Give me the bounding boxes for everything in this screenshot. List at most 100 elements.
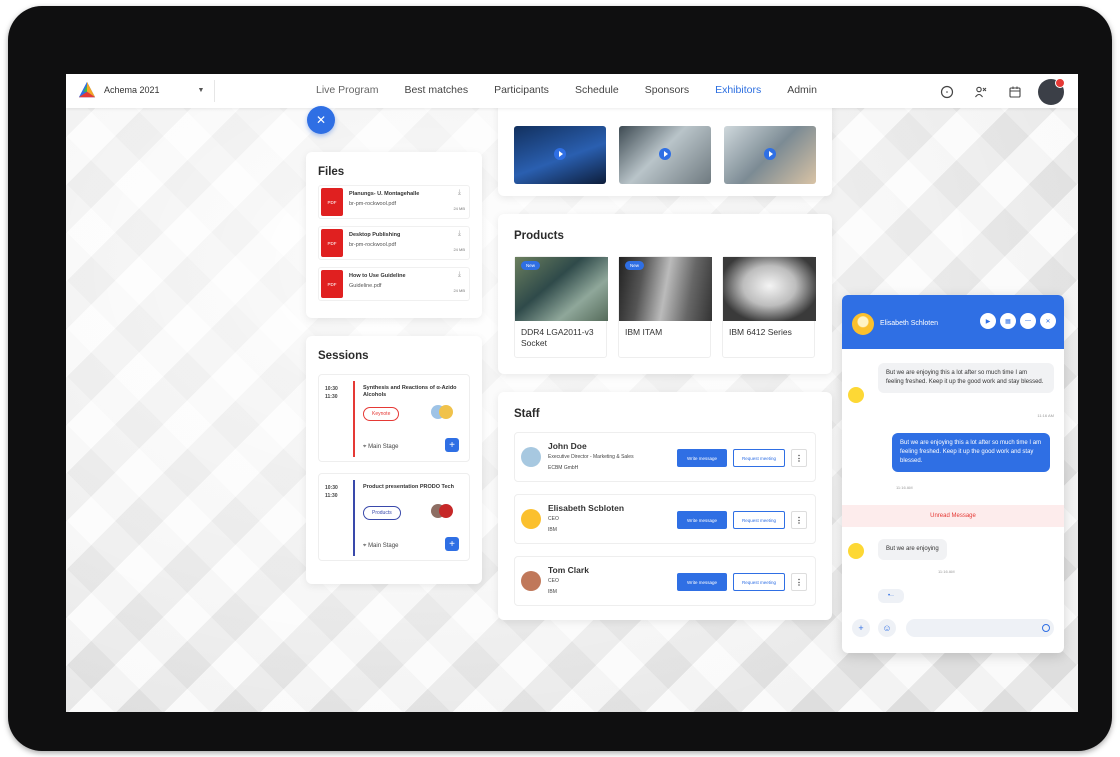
product-image xyxy=(723,257,816,321)
new-badge: New xyxy=(521,261,541,270)
file-item[interactable]: PDF Planungs- U. Montagehalle br-pm-rock… xyxy=(318,185,470,219)
write-message-button[interactable]: Write message xyxy=(677,449,727,467)
file-item[interactable]: PDF Desktop Publishing br-pm-rockwool.pd… xyxy=(318,226,470,260)
play-icon[interactable] xyxy=(554,148,566,160)
top-navigation-bar: Achema 2021 ▼ Live Program Best matches … xyxy=(66,74,1078,108)
message-time: 11:16 AM xyxy=(896,485,913,490)
pdf-icon: PDF xyxy=(321,270,343,298)
grid-icon[interactable]: ▦ xyxy=(1000,313,1016,329)
nav-participants[interactable]: Participants xyxy=(494,84,549,96)
app-screen: Achema 2021 ▼ Live Program Best matches … xyxy=(66,74,1078,712)
write-message-button[interactable]: Write message xyxy=(677,573,727,591)
avatar xyxy=(439,504,453,518)
play-icon[interactable] xyxy=(764,148,776,160)
product-item[interactable]: IBM 6412 Series xyxy=(722,256,816,358)
message-time: 11:16 AM xyxy=(1037,413,1054,418)
product-name: IBM ITAM xyxy=(625,327,663,337)
product-item[interactable]: New IBM ITAM xyxy=(618,256,712,358)
staff-row: John Doe Executive Director - Marketing … xyxy=(514,432,816,482)
chat-message-input[interactable] xyxy=(906,619,1054,637)
session-tag: Keynote xyxy=(363,407,400,421)
avatar xyxy=(852,313,874,335)
close-icon[interactable]: ✕ xyxy=(1040,313,1056,329)
location-pin-icon: ⌖ xyxy=(363,444,367,450)
divider xyxy=(214,80,215,102)
emoji-icon[interactable]: ☺ xyxy=(878,619,896,637)
outgoing-message: But we are enjoying this a lot after so … xyxy=(892,433,1050,472)
add-to-schedule-button[interactable]: + xyxy=(445,438,459,452)
nav-best-matches[interactable]: Best matches xyxy=(404,84,468,96)
play-icon[interactable] xyxy=(659,148,671,160)
video-thumbnail[interactable] xyxy=(514,126,606,184)
more-options-icon[interactable]: ⋮ xyxy=(791,573,807,591)
event-logo-icon xyxy=(78,81,96,98)
product-name: DDR4 LGA2011-v3 Socket xyxy=(521,327,594,348)
file-size: 24 MB xyxy=(453,247,465,252)
download-icon[interactable]: ⤓ xyxy=(458,189,461,197)
session-color-bar xyxy=(353,480,355,556)
files-title: Files xyxy=(318,166,345,178)
staff-title: Staff xyxy=(514,408,540,420)
nav-admin[interactable]: Admin xyxy=(787,84,817,96)
staff-organization: IBM xyxy=(548,589,557,595)
add-to-schedule-button[interactable]: + xyxy=(445,537,459,551)
session-time: 10:30 11:30 xyxy=(325,385,338,401)
nav-live-program[interactable]: Live Program xyxy=(316,84,378,96)
download-icon[interactable]: ⤓ xyxy=(458,271,461,279)
sessions-card: Sessions 10:30 11:30 Synthesis and React… xyxy=(306,336,482,584)
more-options-icon[interactable]: ⋮ xyxy=(791,511,807,529)
request-meeting-button[interactable]: Request meeting xyxy=(733,449,785,467)
session-end: 11:30 xyxy=(325,394,338,400)
file-filename: br-pm-rockwool.pdf xyxy=(349,242,397,248)
people-icon[interactable] xyxy=(970,81,992,103)
send-icon[interactable] xyxy=(1042,624,1050,632)
session-location: ⌖ Main Stage xyxy=(363,543,398,550)
session-color-bar xyxy=(353,381,355,457)
chat-window: Elisabeth Schloten ▶ ▦ — ✕ But we are en… xyxy=(842,295,1064,653)
minimize-icon[interactable]: — xyxy=(1020,313,1036,329)
file-item[interactable]: PDF How to Use Guideline Guideline.pdf ⤓… xyxy=(318,267,470,301)
avatar xyxy=(848,387,864,403)
write-message-button[interactable]: Write message xyxy=(677,511,727,529)
nav-sponsors[interactable]: Sponsors xyxy=(645,84,689,96)
incoming-message: But we are enjoying this a lot after so … xyxy=(878,363,1054,393)
session-item[interactable]: 10:30 11:30 Synthesis and Reactions of α… xyxy=(318,374,470,462)
nav-schedule[interactable]: Schedule xyxy=(575,84,619,96)
calendar-icon[interactable] xyxy=(1004,81,1026,103)
chat-icon[interactable] xyxy=(936,81,958,103)
chevron-down-icon[interactable]: ▼ xyxy=(198,87,205,94)
user-avatar[interactable] xyxy=(1038,78,1065,105)
session-location: ⌖ Main Stage xyxy=(363,444,398,451)
message-time: 11:16 AM xyxy=(938,569,955,574)
product-item[interactable]: New DDR4 LGA2011-v3 Socket xyxy=(514,256,608,358)
chat-contact-name: Elisabeth Schloten xyxy=(880,320,938,327)
session-speakers xyxy=(431,405,453,419)
close-button[interactable]: ✕ xyxy=(307,106,335,134)
video-call-icon[interactable]: ▶ xyxy=(980,313,996,329)
session-title: Synthesis and Reactions of α-Azido Alcoh… xyxy=(363,385,457,398)
avatar xyxy=(521,509,541,529)
download-icon[interactable]: ⤓ xyxy=(458,230,461,238)
pdf-icon: PDF xyxy=(321,188,343,216)
avatar xyxy=(521,571,541,591)
add-attachment-button[interactable]: + xyxy=(852,619,870,637)
session-tag: Products xyxy=(363,506,401,520)
nav-exhibitors[interactable]: Exhibitors xyxy=(715,84,761,96)
request-meeting-button[interactable]: Request meeting xyxy=(733,573,785,591)
more-options-icon[interactable]: ⋮ xyxy=(791,449,807,467)
event-switcher[interactable]: Achema 2021 ▼ xyxy=(78,81,204,99)
location-pin-icon: ⌖ xyxy=(363,543,367,549)
staff-name: Tom Clark xyxy=(548,565,589,575)
staff-row: Tom Clark CEO IBM Write message Request … xyxy=(514,556,816,606)
session-end: 11:30 xyxy=(325,493,338,499)
staff-organization: IBM xyxy=(548,527,557,533)
file-filename: br-pm-rockwool.pdf xyxy=(349,201,397,207)
video-thumbnail[interactable] xyxy=(724,126,816,184)
request-meeting-button[interactable]: Request meeting xyxy=(733,511,785,529)
file-filename: Guideline.pdf xyxy=(349,283,382,289)
session-start: 10:30 xyxy=(325,485,338,491)
video-thumbnail[interactable] xyxy=(619,126,711,184)
session-location-label: Main Stage xyxy=(368,444,399,450)
session-item[interactable]: 10:30 11:30 Product presentation PRODO T… xyxy=(318,473,470,561)
session-speakers xyxy=(431,504,453,518)
